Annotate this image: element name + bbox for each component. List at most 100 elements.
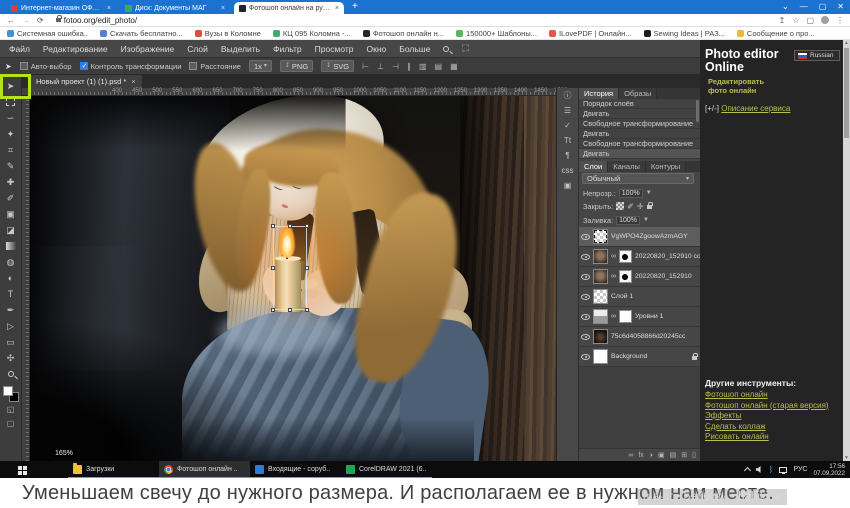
scrollbar-thumb[interactable]	[844, 48, 849, 138]
delete-layer-icon[interactable]: ▯	[692, 451, 696, 459]
volume-icon[interactable]	[755, 466, 761, 473]
history-step[interactable]: Порядок слоёв	[579, 99, 701, 109]
tool-link[interactable]: Эффекты	[705, 411, 829, 420]
brush-panel-icon[interactable]: ✓	[564, 120, 571, 131]
checkbox-icon[interactable]	[19, 62, 28, 70]
transform-bounding-box[interactable]	[271, 224, 309, 312]
opacity-caret-icon[interactable]: ▼	[646, 190, 652, 196]
align-right-icon[interactable]: ⊣	[392, 62, 399, 71]
export-png-button[interactable]: ↧ PNG	[279, 60, 314, 72]
language-select[interactable]: Russian	[794, 50, 840, 61]
checkbox-icon[interactable]	[189, 62, 198, 70]
eyedropper-tool[interactable]: ✎	[1, 158, 21, 174]
distribute-h-icon[interactable]: ▥	[419, 62, 427, 71]
transform-handle[interactable]	[305, 308, 309, 312]
expand-toggle[interactable]: [+/-]	[705, 104, 719, 113]
tab-close-icon[interactable]: ×	[107, 5, 111, 12]
distribute-grid-icon[interactable]: ▦	[450, 62, 458, 71]
menu-item[interactable]: Больше	[399, 44, 430, 54]
lasso-tool[interactable]: ∽	[1, 110, 21, 126]
transform-controls-checkbox[interactable]: Контроль трансформации	[79, 62, 181, 71]
fill-value[interactable]: 100%	[616, 215, 641, 225]
layer-row[interactable]: ∞ Background	[579, 347, 701, 367]
visibility-eye-icon[interactable]	[581, 313, 590, 320]
bookmark-item[interactable]: Вузы в Коломне	[194, 29, 261, 38]
search-icon[interactable]	[443, 45, 450, 52]
menu-item[interactable]: Окно	[367, 44, 387, 54]
panel-tab[interactable]: История	[579, 88, 620, 99]
page-scrollbar[interactable]: ▲ ▼	[843, 40, 850, 461]
history-step[interactable]: Двигать	[579, 129, 701, 139]
transform-handle[interactable]	[271, 308, 275, 312]
browser-tab[interactable]: Интернет-магазин ОФИСМАГ - ×	[6, 2, 116, 14]
minimize-button[interactable]: —	[800, 0, 808, 14]
gradient-tool[interactable]	[1, 238, 21, 254]
start-button-icon[interactable]	[18, 465, 22, 470]
lock-all-icon[interactable]	[646, 202, 653, 209]
taskbar-app[interactable]: Входящие - соруб..	[250, 461, 341, 478]
url-text[interactable]: fotoo.org/edit_photo/	[64, 16, 137, 25]
bookmark-item[interactable]: Sewing Ideas | РАЗ...	[643, 29, 725, 38]
align-center-icon[interactable]: ⊥	[377, 62, 384, 71]
scroll-up-icon[interactable]: ▲	[843, 40, 850, 46]
menu-item[interactable]: Слой	[187, 44, 208, 54]
lock-move-icon[interactable]: ✛	[637, 202, 644, 211]
reload-icon[interactable]: ⟳	[37, 16, 44, 25]
fullscreen-icon[interactable]: ⛶	[462, 43, 468, 54]
tool-link[interactable]: Рисовать онлайн	[705, 432, 829, 441]
quick-mask-button[interactable]: ◱	[1, 402, 21, 416]
lock-transparency-icon[interactable]	[616, 202, 625, 210]
close-button[interactable]: ✕	[837, 0, 844, 14]
panel-tab[interactable]: Каналы	[608, 161, 646, 172]
group-icon[interactable]: ▤	[670, 451, 677, 459]
layer-row[interactable]: ∞ Слой 1	[579, 287, 701, 307]
transform-handle[interactable]	[305, 266, 309, 270]
fill-caret-icon[interactable]: ▼	[643, 217, 649, 223]
opacity-value[interactable]: 100%	[618, 188, 643, 198]
paragraph-panel-icon[interactable]: ¶	[565, 150, 569, 161]
bookmark-star-icon[interactable]: ☆	[792, 16, 799, 25]
share-icon[interactable]: ↥	[779, 16, 786, 25]
back-icon[interactable]: ←	[7, 16, 15, 25]
adjustment-icon[interactable]: ◑	[649, 452, 653, 459]
history-step[interactable]: Двигать	[579, 149, 701, 159]
tool-link[interactable]: Фотошоп онлайн	[705, 390, 829, 399]
magic-wand-tool[interactable]: ✦	[1, 126, 21, 142]
tab-close-icon[interactable]: ×	[221, 5, 225, 12]
keyboard-language[interactable]: РУС	[793, 466, 807, 473]
transform-handle[interactable]	[271, 224, 275, 228]
type-tool[interactable]: T	[1, 286, 21, 302]
blend-mode-select[interactable]: Обычный ▾	[582, 173, 694, 184]
history-step[interactable]: Свободное трансформирование	[579, 119, 701, 129]
bookmark-item[interactable]: 150000+ Шаблоны...	[456, 29, 537, 38]
distribute-v-icon[interactable]: ▤	[435, 62, 443, 71]
zoom-tool[interactable]	[1, 366, 21, 382]
layer-row[interactable]: ∞ 75c6d4058866d20245cc	[579, 327, 701, 347]
properties-icon[interactable]: ☰	[564, 105, 571, 116]
browser-tab[interactable]: Фотошоп онлайн на русском | ×	[234, 2, 344, 14]
menu-item[interactable]: Файл	[9, 44, 30, 54]
checkbox-icon[interactable]	[79, 62, 88, 70]
eraser-tool[interactable]: ◪	[1, 222, 21, 238]
side-panel-icon[interactable]: ▢	[806, 16, 814, 25]
align-left-icon[interactable]: ⊢	[362, 62, 369, 71]
menu-item[interactable]: Выделить	[221, 44, 260, 54]
lock-paint-icon[interactable]: ✐	[627, 202, 634, 211]
taskbar-app[interactable]: CorelDRAW 2021 (6..	[341, 461, 432, 478]
tray-expand-icon[interactable]	[743, 466, 751, 475]
new-tab-button[interactable]: +	[352, 1, 358, 13]
panel-tab[interactable]: Контуры	[645, 161, 687, 172]
taskbar-app[interactable]: Загрузки	[68, 461, 159, 478]
layer-row[interactable]: ∞ 20220820_152910 copy	[579, 247, 701, 267]
forward-icon[interactable]: →	[22, 16, 30, 25]
document-close-icon[interactable]: ×	[131, 77, 135, 86]
transform-handle[interactable]	[288, 224, 292, 228]
history-step[interactable]: Двигать	[579, 109, 701, 119]
menu-icon[interactable]: ⋮	[836, 16, 844, 25]
distance-checkbox[interactable]: Расстояние	[189, 62, 241, 71]
visibility-eye-icon[interactable]	[581, 353, 590, 360]
link-layers-icon[interactable]: ∞	[628, 452, 633, 459]
blur-tool[interactable]: ◍	[1, 254, 21, 270]
tab-close-icon[interactable]: ×	[335, 5, 339, 12]
screen-mode-button[interactable]: ▢	[1, 416, 21, 430]
